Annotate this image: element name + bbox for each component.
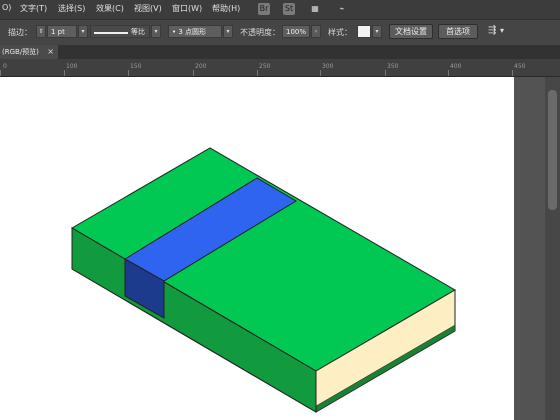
style-swatch[interactable] [357, 25, 371, 38]
panel-menu-icon[interactable]: ▾ [500, 26, 504, 35]
document-tab[interactable]: (RGB/预览) × [0, 45, 58, 59]
opacity-dropdown[interactable]: › [311, 25, 321, 38]
document-setup-button[interactable]: 文档设置 [389, 24, 433, 39]
opacity-field[interactable]: 100% [282, 25, 310, 38]
ruler-tick-label: 200 [195, 63, 207, 70]
opacity-label: 不透明度： [240, 28, 280, 37]
ruler-mark [0, 70, 1, 76]
ruler-mark [193, 70, 194, 76]
stroke-label: 描边： [8, 28, 32, 37]
menu-item-select[interactable]: 选择(S) [58, 3, 85, 14]
ruler-tick-label: 450 [514, 63, 526, 70]
ruler-tick-label: 250 [259, 63, 271, 70]
ruler-mark [512, 70, 513, 76]
horizontal-ruler: 0 100 150 200 250 300 350 400 450 [0, 59, 560, 77]
brush-label: 3 点圆形 [178, 28, 207, 36]
ruler-tick-label: 400 [450, 63, 462, 70]
stroke-profile-dropdown[interactable]: ▾ [151, 25, 161, 38]
style-dropdown[interactable]: ▾ [372, 25, 382, 38]
stroke-profile-label: 等比 [131, 28, 145, 36]
ruler-tick-label: 350 [387, 63, 399, 70]
ruler-mark [320, 70, 321, 76]
ruler-tick-label: 300 [322, 63, 334, 70]
ruler-tick-label: 0 [3, 63, 7, 70]
document-tab-label: (RGB/预览) [2, 48, 39, 56]
ruler-tick-label: 150 [130, 63, 142, 70]
close-icon[interactable]: × [47, 45, 54, 59]
stroke-weight-dropdown[interactable]: ▾ [78, 25, 88, 38]
menu-item-help[interactable]: 帮助(H) [212, 3, 240, 14]
preferences-button[interactable]: 首选项 [438, 24, 478, 39]
ruler-mark [257, 70, 258, 76]
ruler-mark [64, 70, 65, 76]
control-bar: 描边： ⇕ 1 pt ▾ 等比 ▾ • 3 点圆形 ▾ 不透明度： 100% ›… [0, 19, 560, 46]
ruler-mark [448, 70, 449, 76]
menu-bar: O) 文字(T) 选择(S) 效果(C) 视图(V) 窗口(W) 帮助(H) B… [0, 0, 560, 19]
menu-item-object[interactable]: O) [2, 3, 11, 12]
brush-dropdown[interactable]: ▾ [223, 25, 233, 38]
ruler-mark [128, 70, 129, 76]
scrollbar-thumb[interactable] [548, 90, 557, 210]
menu-item-type[interactable]: 文字(T) [20, 3, 47, 14]
menu-item-window[interactable]: 窗口(W) [172, 3, 202, 14]
bridge-icon[interactable]: Br [258, 3, 270, 15]
align-options-icon[interactable]: ⇶ [488, 25, 496, 36]
menu-item-view[interactable]: 视图(V) [134, 3, 162, 14]
arrange-documents-icon[interactable]: ▦ [305, 3, 325, 15]
stroke-line-preview [94, 32, 128, 34]
stock-icon[interactable]: St [283, 3, 295, 15]
menu-item-effect[interactable]: 效果(C) [96, 3, 124, 14]
stroke-stepper[interactable]: ⇕ [36, 25, 46, 38]
style-label: 样式： [328, 28, 352, 37]
document-tab-bar: (RGB/预览) × [0, 45, 560, 59]
sync-icon[interactable]: ⌁ [336, 3, 348, 15]
stroke-weight-field[interactable]: 1 pt [47, 25, 77, 38]
brush-field[interactable]: • 3 点圆形 [168, 25, 222, 38]
stroke-profile-field[interactable]: 等比 [90, 25, 150, 38]
ruler-tick-label: 100 [66, 63, 78, 70]
ruler-mark [385, 70, 386, 76]
isometric-book-artwork[interactable] [0, 77, 514, 420]
